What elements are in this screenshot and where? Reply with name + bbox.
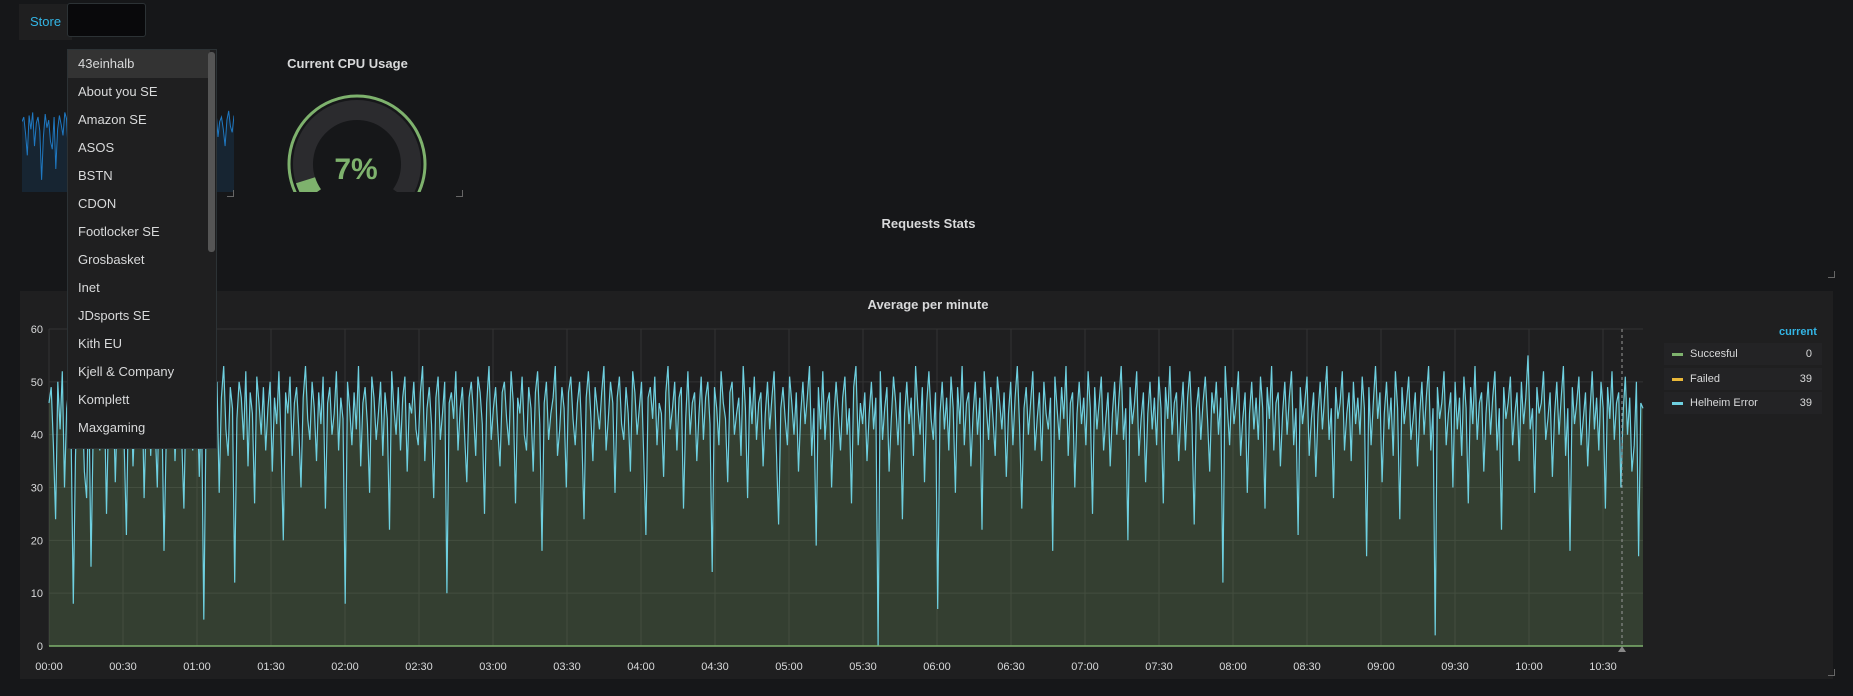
- x-tick-label: 10:30: [1589, 661, 1617, 673]
- legend-label: Helheim Error: [1690, 397, 1758, 409]
- x-tick-label: 01:00: [183, 661, 211, 673]
- x-tick-label: 04:30: [701, 661, 729, 673]
- store-option[interactable]: Kith EU: [68, 330, 210, 358]
- x-tick-label: 02:30: [405, 661, 433, 673]
- legend-item-succesful[interactable]: Succesful 0: [1664, 343, 1822, 365]
- x-tick-label: 03:00: [479, 661, 507, 673]
- annotation-marker-icon[interactable]: [1618, 646, 1626, 652]
- legend-label: Failed: [1690, 373, 1720, 385]
- x-tick-label: 05:00: [775, 661, 803, 673]
- y-tick-label: 40: [31, 430, 43, 442]
- panel-resize-handle[interactable]: [1828, 669, 1835, 676]
- legend-item-failed[interactable]: Failed 39: [1664, 368, 1822, 390]
- legend-current-value: 39: [1799, 397, 1812, 409]
- y-tick-label: 60: [31, 324, 43, 336]
- store-option[interactable]: JDsports SE: [68, 302, 210, 330]
- x-tick-label: 09:00: [1367, 661, 1395, 673]
- y-tick-label: 0: [37, 641, 43, 653]
- x-tick-label: 03:30: [553, 661, 581, 673]
- legend-item-helheim-error[interactable]: Helheim Error 39: [1664, 392, 1822, 414]
- store-option[interactable]: Inet: [68, 274, 210, 302]
- x-tick-label: 08:00: [1219, 661, 1247, 673]
- x-tick-label: 00:30: [109, 661, 137, 673]
- x-tick-label: 01:30: [257, 661, 285, 673]
- dropdown-scrollbar[interactable]: [208, 52, 215, 252]
- x-tick-label: 10:00: [1515, 661, 1543, 673]
- store-option[interactable]: Komplett: [68, 386, 210, 414]
- x-tick-label: 05:30: [849, 661, 877, 673]
- y-tick-label: 50: [31, 377, 43, 389]
- store-option[interactable]: BSTN: [68, 162, 210, 190]
- store-option[interactable]: Footlocker SE: [68, 218, 210, 246]
- x-tick-label: 06:00: [923, 661, 951, 673]
- legend-current-value: 0: [1805, 348, 1812, 360]
- x-tick-label: 09:30: [1441, 661, 1469, 673]
- average-per-minute-chart: 0 10 20 30 40 50 60 00:00 00:30 01:00 01:30 02:00 02…: [31, 324, 1644, 673]
- store-option[interactable]: 43einhalb: [68, 50, 210, 78]
- store-option[interactable]: Kjell & Company: [68, 358, 210, 386]
- legend-swatch: [1672, 353, 1683, 356]
- x-tick-label: 04:00: [627, 661, 655, 673]
- store-option-list: 43einhalb About you SE Amazon SE ASOS BSTN CD…: [68, 50, 216, 442]
- store-option[interactable]: About you SE: [68, 78, 210, 106]
- x-tick-label: 02:00: [331, 661, 359, 673]
- legend-header-current: current: [1779, 326, 1817, 338]
- y-tick-label: 30: [31, 483, 43, 495]
- x-tick-label: 07:30: [1145, 661, 1173, 673]
- y-tick-label: 20: [31, 535, 43, 547]
- legend-label: Succesful: [1690, 348, 1738, 360]
- store-option[interactable]: ASOS: [68, 134, 210, 162]
- store-option[interactable]: Amazon SE: [68, 106, 210, 134]
- legend-current-value: 39: [1799, 373, 1812, 385]
- y-tick-label: 10: [31, 588, 43, 600]
- store-option[interactable]: Maxgaming: [68, 414, 210, 442]
- store-dropdown-menu: 43einhalb About you SE Amazon SE ASOS BSTN CD…: [67, 49, 217, 449]
- legend-swatch: [1672, 378, 1683, 381]
- x-tick-label: 08:30: [1293, 661, 1321, 673]
- x-tick-label: 06:30: [997, 661, 1025, 673]
- store-option[interactable]: CDON: [68, 190, 210, 218]
- x-tick-label: 07:00: [1071, 661, 1099, 673]
- legend-swatch: [1672, 402, 1683, 405]
- x-tick-label: 00:00: [35, 661, 63, 673]
- store-option[interactable]: Grosbasket: [68, 246, 210, 274]
